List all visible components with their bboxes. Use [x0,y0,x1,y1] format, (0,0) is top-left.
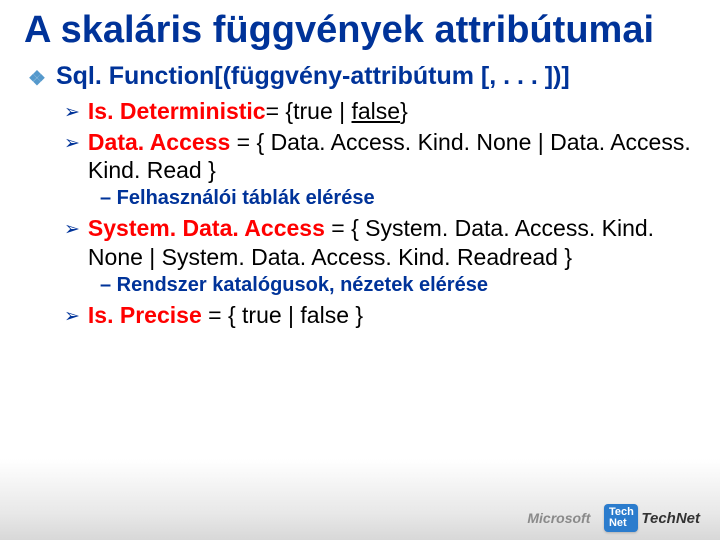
arrow-icon: ➢ [64,101,80,125]
arrow-icon: ➢ [64,218,80,242]
bullet-level2: ➢ Data. Access = { Data. Access. Kind. N… [64,128,696,186]
footer: Microsoft TechNet TechNet [527,504,700,532]
diamond-icon: ❖ [28,66,46,91]
technet-logo: TechNet TechNet [604,504,700,532]
arrow-icon: ➢ [64,132,80,156]
bullet2-text: Is. Precise = { true | false } [88,301,363,330]
microsoft-logo: Microsoft [527,510,590,526]
bullet2-text: Is. Deterministic= {true | false} [88,97,408,126]
bullet-level2: ➢ Is. Precise = { true | false } [64,301,696,330]
keyword: Data. Access [88,129,230,155]
bullet-level1: ❖ Sql. Function[(függvény-attribútum [, … [28,62,696,91]
keyword: Is. Deterministic [88,98,266,124]
keyword: Is. Precise [88,302,202,328]
technet-badge-icon: TechNet [604,504,638,532]
bullet-level3: – Rendszer katalógusok, nézetek elérése [100,274,696,297]
keyword: System. Data. Access [88,215,325,241]
bullet2-text: System. Data. Access = { System. Data. A… [88,214,696,272]
page-title: A skaláris függvények attribútumai [24,10,696,52]
slide: A skaláris függvények attribútumai ❖ Sql… [0,0,720,540]
arrow-icon: ➢ [64,305,80,329]
technet-text: TechNet [641,510,700,527]
bullet1-text: Sql. Function[(függvény-attribútum [, . … [56,62,570,91]
bullet2-text: Data. Access = { Data. Access. Kind. Non… [88,128,696,186]
bullet-level2: ➢ System. Data. Access = { System. Data.… [64,214,696,272]
content: ❖ Sql. Function[(függvény-attribútum [, … [24,62,696,330]
bullet-level2: ➢ Is. Deterministic= {true | false} [64,97,696,126]
bullet-level3: – Felhasználói táblák elérése [100,187,696,210]
